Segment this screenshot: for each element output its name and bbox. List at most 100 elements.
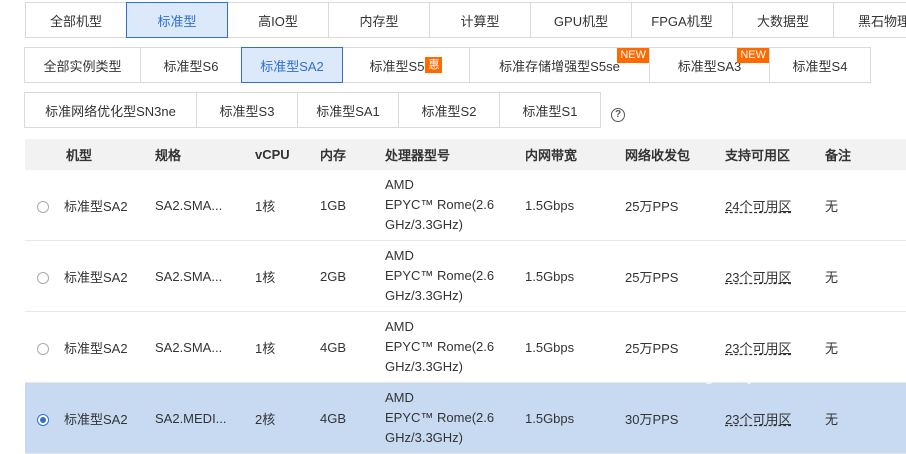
table-row[interactable]: 标准型SA2 SA2.SMA... 1核 1GB AMD EPYC™ Rome(2…: [25, 170, 906, 241]
col-header-note: 备注: [825, 139, 906, 170]
tab-baremetal[interactable]: 黑石物理: [833, 2, 906, 38]
processor-line: AMD: [385, 390, 414, 405]
note-cell: 无: [825, 382, 906, 454]
processor-cell: AMD EPYC™ Rome(2.6 GHz/3.3GHz): [385, 170, 525, 241]
table-row-selected[interactable]: 标准型SA2 SA2.MEDI... 2核 4GB AMD EPYC™ Rome(…: [25, 382, 906, 454]
zones-link[interactable]: 24个可用区: [725, 199, 791, 214]
watermark: 腾讯云优惠网 tengxunyun8.com: [553, 364, 834, 385]
zones-link[interactable]: 23个可用区: [725, 270, 791, 285]
spec-cell: SA2.SMA...: [155, 170, 255, 241]
processor-line: GHz/3.3GHz): [385, 217, 464, 232]
spec-value: SA2.SMA...: [155, 339, 223, 355]
radio-button-checked[interactable]: [37, 414, 49, 427]
tab-s1[interactable]: 标准型S1: [499, 92, 601, 128]
tab-fpga[interactable]: FPGA机型: [631, 2, 733, 38]
zones-link[interactable]: 23个可用区: [725, 412, 791, 427]
spec-cell: SA2.SMA...: [155, 311, 255, 383]
type-cell: 标准型SA2: [25, 311, 155, 383]
spec-value: SA2.SMA...: [155, 268, 223, 284]
type-value: 标准型SA2: [64, 198, 128, 214]
tab-s6[interactable]: 标准型S6: [140, 47, 242, 83]
type-value: 标准型SA2: [64, 340, 128, 356]
col-header-vcpu: vCPU: [255, 139, 320, 170]
col-header-zones: 支持可用区: [725, 139, 825, 170]
tab-s5se[interactable]: 标准存储增强型S5se NEW: [469, 47, 650, 83]
help-icon[interactable]: ?: [611, 108, 625, 122]
spec-cell: SA2.MEDI...: [155, 382, 255, 454]
pps-cell: 25万PPS: [625, 240, 725, 312]
processor-line: GHz/3.3GHz): [385, 359, 464, 374]
zones-cell: 23个可用区: [725, 240, 825, 312]
tab-all-instance-types[interactable]: 全部实例类型: [24, 47, 141, 83]
memory-cell: 1GB: [320, 170, 385, 241]
vcpu-cell: 1核: [255, 170, 320, 241]
tab-sn3ne[interactable]: 标准网络优化型SN3ne: [24, 92, 197, 128]
processor-cell: AMD EPYC™ Rome(2.6 GHz/3.3GHz): [385, 311, 525, 383]
tab-standard[interactable]: 标准型: [126, 2, 228, 38]
radio-button[interactable]: [37, 272, 49, 285]
processor-line: AMD: [385, 248, 414, 263]
processor-cell: AMD EPYC™ Rome(2.6 GHz/3.3GHz): [385, 382, 525, 454]
zones-link[interactable]: 23个可用区: [725, 341, 791, 356]
type-cell: 标准型SA2: [25, 382, 155, 454]
instance-type-tabs: 全部实例类型 标准型S6 标准型SA2 标准型S5 惠 标准存储增强型S5se …: [24, 47, 871, 83]
tab-s3[interactable]: 标准型S3: [196, 92, 298, 128]
col-header-type: 机型: [25, 139, 155, 170]
radio-button[interactable]: [37, 201, 49, 214]
zones-cell: 24个可用区: [725, 170, 825, 241]
processor-line: AMD: [385, 319, 414, 334]
memory-cell: 4GB: [320, 382, 385, 454]
type-cell: 标准型SA2: [25, 170, 155, 241]
vcpu-cell: 2核: [255, 382, 320, 454]
type-value: 标准型SA2: [64, 269, 128, 285]
note-cell: 无: [825, 170, 906, 241]
tab-high-io[interactable]: 高IO型: [227, 2, 329, 38]
memory-cell: 4GB: [320, 311, 385, 383]
spec-value: SA2.MEDI...: [155, 410, 227, 426]
tab-gpu[interactable]: GPU机型: [530, 2, 632, 38]
tab-compute[interactable]: 计算型: [429, 2, 531, 38]
discount-badge: 惠: [425, 57, 443, 73]
tab-s5se-label: 标准存储增强型S5se: [499, 58, 620, 74]
type-value: 标准型SA2: [64, 411, 128, 427]
processor-line: EPYC™ Rome(2.6: [385, 197, 495, 212]
spec-cell: SA2.SMA...: [155, 240, 255, 312]
col-header-processor: 处理器型号: [385, 139, 525, 170]
tab-s2[interactable]: 标准型S2: [398, 92, 500, 128]
instance-table: 机型 规格 vCPU 内存 处理器型号 内网带宽 网络收发包 支持可用区 备注 …: [25, 139, 906, 454]
processor-line: GHz/3.3GHz): [385, 430, 464, 445]
col-header-spec: 规格: [155, 139, 255, 170]
tab-all-families[interactable]: 全部机型: [25, 2, 127, 38]
table-row[interactable]: 标准型SA2 SA2.SMA... 1核 2GB AMD EPYC™ Rome(2…: [25, 240, 906, 312]
col-header-pps: 网络收发包: [625, 139, 725, 170]
bandwidth-cell: 1.5Gbps: [525, 382, 625, 454]
tab-sa3[interactable]: 标准型SA3 NEW: [649, 47, 770, 83]
new-badge: NEW: [617, 48, 649, 63]
processor-line: EPYC™ Rome(2.6: [385, 410, 495, 425]
zones-cell: 23个可用区: [725, 382, 825, 454]
processor-cell: AMD EPYC™ Rome(2.6 GHz/3.3GHz): [385, 240, 525, 312]
vcpu-cell: 1核: [255, 240, 320, 312]
instance-type-tabs-row2: 标准网络优化型SN3ne 标准型S3 标准型SA1 标准型S2 标准型S1: [24, 92, 601, 128]
tab-memory[interactable]: 内存型: [328, 2, 430, 38]
col-header-bandwidth: 内网带宽: [525, 139, 625, 170]
tab-sa2[interactable]: 标准型SA2: [241, 47, 343, 83]
col-header-memory: 内存: [320, 139, 385, 170]
table-header-row: 机型 规格 vCPU 内存 处理器型号 内网带宽 网络收发包 支持可用区 备注: [25, 139, 906, 170]
tab-bigdata[interactable]: 大数据型: [732, 2, 834, 38]
memory-cell: 2GB: [320, 240, 385, 312]
note-cell: 无: [825, 240, 906, 312]
family-tabs: 全部机型 标准型 高IO型 内存型 计算型 GPU机型 FPGA机型 大数据型 …: [25, 2, 906, 38]
bandwidth-cell: 1.5Gbps: [525, 240, 625, 312]
bandwidth-cell: 1.5Gbps: [525, 170, 625, 241]
vcpu-cell: 1核: [255, 311, 320, 383]
new-badge: NEW: [737, 48, 769, 63]
tab-s4[interactable]: 标准型S4: [769, 47, 871, 83]
radio-button[interactable]: [37, 343, 49, 356]
processor-line: AMD: [385, 177, 414, 192]
tab-s5[interactable]: 标准型S5 惠: [342, 47, 470, 83]
tab-sa1[interactable]: 标准型SA1: [297, 92, 399, 128]
spec-value: SA2.SMA...: [155, 197, 223, 213]
pps-cell: 25万PPS: [625, 170, 725, 241]
processor-line: GHz/3.3GHz): [385, 288, 464, 303]
